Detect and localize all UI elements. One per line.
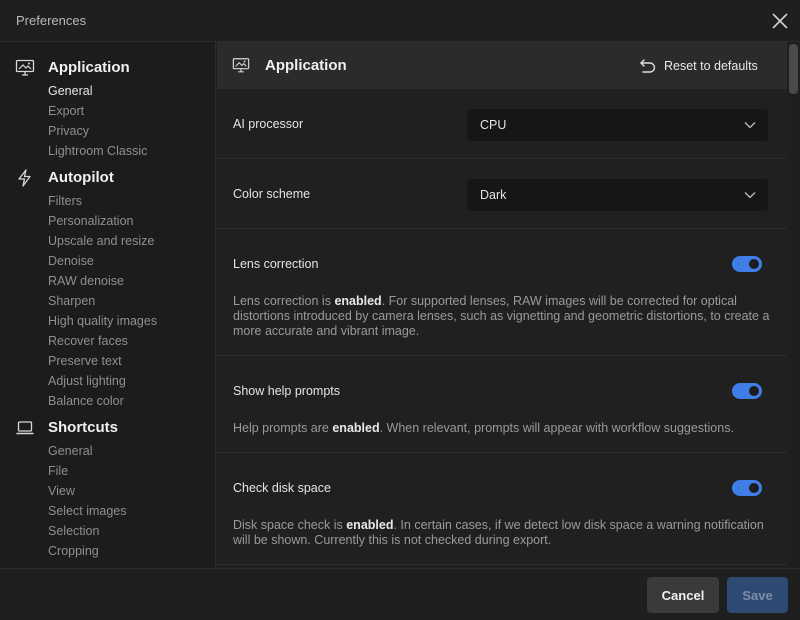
sidebar-item-selection[interactable]: Selection [0, 521, 215, 541]
help-prompts-toggle[interactable] [732, 383, 762, 399]
settings-panel: Application Reset to defaults AI process… [217, 42, 787, 568]
setting-label: Check disk space [233, 481, 331, 495]
ai-processor-select[interactable]: CPU [467, 109, 768, 141]
chevron-down-icon [744, 192, 756, 199]
setting-label: Lens correction [233, 257, 319, 271]
setting-description: Disk space check is enabled. In certain … [233, 518, 773, 548]
sidebar-section-header[interactable]: Autopilot [0, 165, 215, 191]
setting-label: Color scheme [233, 187, 311, 201]
sidebar-section-application: Application General Export Privacy Light… [0, 55, 215, 161]
sidebar-item-high-quality-images[interactable]: High quality images [0, 311, 215, 331]
cancel-button[interactable]: Cancel [647, 577, 719, 613]
setting-help-prompts: Show help prompts Help prompts are enabl… [217, 356, 787, 453]
sidebar-section-title: Autopilot [48, 169, 114, 186]
sidebar-item-general[interactable]: General [0, 81, 215, 101]
sidebar-item-preserve-text[interactable]: Preserve text [0, 351, 215, 371]
panel-title: Application [265, 57, 347, 74]
sidebar-item-adjust-lighting[interactable]: Adjust lighting [0, 371, 215, 391]
sidebar-item-cropping[interactable]: Cropping [0, 541, 215, 561]
monitor-image-icon [15, 59, 35, 76]
setting-disk-space: Check disk space Disk space check is ena… [217, 453, 787, 565]
panel-header: Application Reset to defaults [217, 42, 787, 89]
sidebar-item-denoise[interactable]: Denoise [0, 251, 215, 271]
undo-icon [640, 59, 656, 73]
scrollbar[interactable] [787, 42, 800, 568]
sidebar-item-recover-faces[interactable]: Recover faces [0, 331, 215, 351]
scrollbar-thumb[interactable] [789, 44, 798, 94]
color-scheme-select[interactable]: Dark [467, 179, 768, 211]
sidebar-item-privacy[interactable]: Privacy [0, 121, 215, 141]
desc-state: enabled [346, 518, 394, 532]
sidebar-item-sharpen[interactable]: Sharpen [0, 291, 215, 311]
sidebar-item-raw-denoise[interactable]: RAW denoise [0, 271, 215, 291]
setting-ai-processor: AI processor CPU [217, 89, 787, 159]
sidebar-section-title: Application [48, 59, 130, 76]
lightning-icon [18, 169, 31, 187]
reset-label: Reset to defaults [664, 59, 758, 73]
sidebar-item-select-images[interactable]: Select images [0, 501, 215, 521]
dialog-footer: Cancel Save [0, 568, 800, 620]
sidebar-item-lightroom-classic[interactable]: Lightroom Classic [0, 141, 215, 161]
disk-space-toggle[interactable] [732, 480, 762, 496]
sidebar-item-upscale-and-resize[interactable]: Upscale and resize [0, 231, 215, 251]
sidebar-item-export[interactable]: Export [0, 101, 215, 121]
window-title: Preferences [16, 13, 87, 28]
chevron-down-icon [744, 122, 756, 129]
sidebar-section-autopilot: Autopilot Filters Personalization Upscal… [0, 165, 215, 411]
select-value: CPU [480, 118, 507, 132]
setting-description: Help prompts are enabled. When relevant,… [233, 421, 773, 436]
monitor-image-icon [232, 58, 250, 73]
desc-prefix: Lens correction is [233, 294, 335, 308]
sidebar-item-personalization[interactable]: Personalization [0, 211, 215, 231]
desc-prefix: Help prompts are [233, 421, 333, 435]
sidebar-section-header[interactable]: Shortcuts [0, 415, 215, 441]
sidebar: Application General Export Privacy Light… [0, 42, 216, 568]
sidebar-item-filters[interactable]: Filters [0, 191, 215, 211]
sidebar-section-shortcuts: Shortcuts General File View Select image… [0, 415, 215, 561]
setting-description: Lens correction is enabled. For supporte… [233, 294, 773, 339]
desc-prefix: Disk space check is [233, 518, 347, 532]
sidebar-item-file[interactable]: File [0, 461, 215, 481]
laptop-icon [16, 421, 34, 435]
title-bar: Preferences [0, 0, 800, 42]
setting-label: AI processor [233, 117, 304, 131]
desc-suffix: . When relevant, prompts will appear wit… [379, 421, 734, 435]
lens-correction-toggle[interactable] [732, 256, 762, 272]
sidebar-item-view[interactable]: View [0, 481, 215, 501]
setting-lens-correction: Lens correction Lens correction is enabl… [217, 229, 787, 356]
save-button[interactable]: Save [727, 577, 788, 613]
reset-to-defaults-button[interactable]: Reset to defaults [639, 56, 758, 76]
sidebar-section-title: Shortcuts [48, 419, 119, 436]
setting-label: Show help prompts [233, 384, 341, 398]
sidebar-section-header[interactable]: Application [0, 55, 215, 81]
sidebar-item-balance-color[interactable]: Balance color [0, 391, 215, 411]
sidebar-item-shortcuts-general[interactable]: General [0, 441, 215, 461]
desc-state: enabled [332, 421, 380, 435]
desc-state: enabled [334, 294, 382, 308]
setting-color-scheme: Color scheme Dark [217, 159, 787, 229]
close-icon[interactable] [770, 11, 790, 31]
select-value: Dark [480, 188, 507, 202]
